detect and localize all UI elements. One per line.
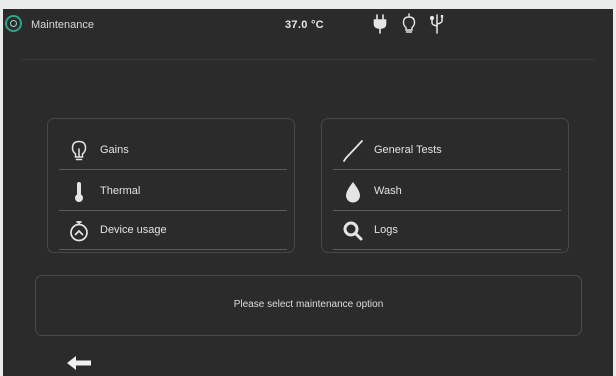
menu-item-label: Wash xyxy=(374,185,402,197)
temperature-readout: 37.0 °C xyxy=(285,19,324,31)
menu-item-label: Thermal xyxy=(100,185,141,197)
maintenance-screen: Maintenance 37.0 °C Gains Thermal Device… xyxy=(3,9,613,376)
menu-item-thermal[interactable]: Thermal xyxy=(59,173,287,211)
status-message: Please select maintenance option xyxy=(233,299,384,310)
menu-item-label: Gains xyxy=(100,144,129,156)
status-message-box: Please select maintenance option xyxy=(35,275,582,336)
menu-item-label: General Tests xyxy=(374,144,442,156)
page-title: Maintenance xyxy=(31,19,94,31)
menu-item-logs[interactable]: Logs xyxy=(333,212,561,250)
drop-icon xyxy=(341,180,365,204)
menu-item-general-tests[interactable]: General Tests xyxy=(333,132,561,170)
usb-icon xyxy=(429,13,445,35)
plug-icon xyxy=(372,13,388,35)
back-button[interactable] xyxy=(67,356,91,370)
maintenance-menu-right: General Tests Wash Logs xyxy=(321,118,569,253)
top-bar: Maintenance 37.0 °C xyxy=(3,9,613,43)
menu-item-device-usage[interactable]: Device usage xyxy=(59,212,287,250)
bulb-icon xyxy=(67,139,91,163)
maintenance-menu-left: Gains Thermal Device usage xyxy=(47,118,295,253)
app-logo-icon xyxy=(5,15,22,32)
menu-item-gains[interactable]: Gains xyxy=(59,132,287,170)
menu-item-label: Logs xyxy=(374,224,398,236)
menu-item-wash[interactable]: Wash xyxy=(333,173,561,211)
bulb-icon xyxy=(401,13,417,35)
menu-item-label: Device usage xyxy=(100,224,167,236)
probe-icon xyxy=(341,139,365,163)
thermometer-icon xyxy=(67,180,91,204)
header-divider xyxy=(21,59,595,60)
arrow-left-icon xyxy=(67,356,91,370)
magnifier-icon xyxy=(341,219,365,243)
stopwatch-icon xyxy=(67,219,91,243)
